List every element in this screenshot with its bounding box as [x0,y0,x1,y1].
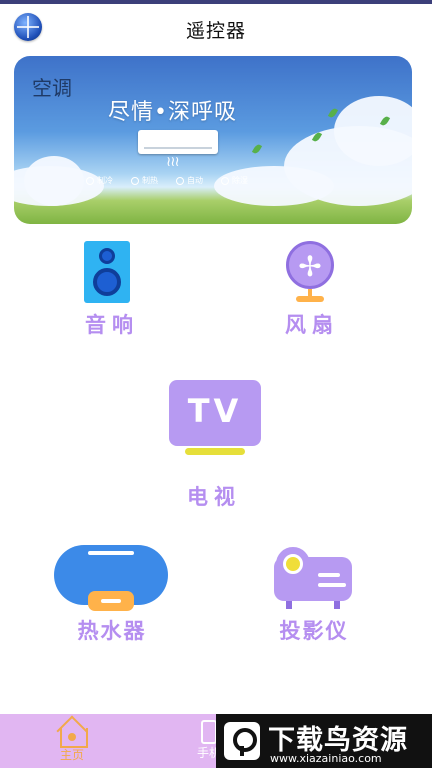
water-heater-icon[interactable] [54,545,168,611]
banner-slogan: 尽情•深呼吸 [108,100,237,125]
fan-icon[interactable] [284,241,336,305]
watermark-overlay: 下载鸟资源 www.xiazainiao.com [216,714,432,768]
airflow-icon: ≀≀≀ [166,154,180,170]
water-heater-button[interactable]: 热水器 [56,615,168,645]
fan-button[interactable]: 风扇 [272,309,352,339]
mode-auto: 自动 [176,175,203,186]
mode-dry: 除湿 [221,175,248,186]
nav-tab-home[interactable]: 主页 [44,720,100,763]
watermark-url: www.xiazainiao.com [270,752,382,765]
auto-icon [176,176,184,185]
projector-label: 投影仪 [279,619,349,643]
nav-home-label: 主页 [59,748,84,762]
projector-button[interactable]: 投影仪 [272,615,356,645]
tv-label: 电视 [187,485,241,509]
mode-cool: 制冷 [86,175,113,186]
air-conditioner-icon [138,130,218,154]
app-header: 遥控器 [0,4,432,48]
speaker-label: 音响 [85,313,139,337]
fan-label: 风扇 [285,313,339,337]
droplet-icon [221,176,229,185]
tv-icon-text: TV [187,392,243,430]
ac-mode-list: 制冷 制热 自动 除湿 [86,175,248,186]
speaker-icon[interactable] [84,241,130,303]
home-icon [57,720,88,748]
banner-label: 空调 [32,76,72,100]
tv-icon[interactable]: TV [169,380,261,455]
water-heater-label: 热水器 [77,619,147,643]
bird-logo-icon [224,722,260,760]
air-conditioner-banner[interactable]: 空调 尽情•深呼吸 ≀≀≀ 制冷 制热 自动 除湿 [14,56,412,224]
projector-icon[interactable] [274,547,354,611]
sun-icon [131,176,139,185]
leaf-decoration [251,143,263,155]
page-title: 遥控器 [185,20,246,42]
mode-heat: 制热 [131,175,158,186]
phone-icon [201,720,217,744]
tv-button[interactable]: 电视 [174,481,254,511]
cloud-decoration [24,156,84,206]
speaker-button[interactable]: 音响 [72,309,152,339]
snowflake-icon [86,176,94,185]
